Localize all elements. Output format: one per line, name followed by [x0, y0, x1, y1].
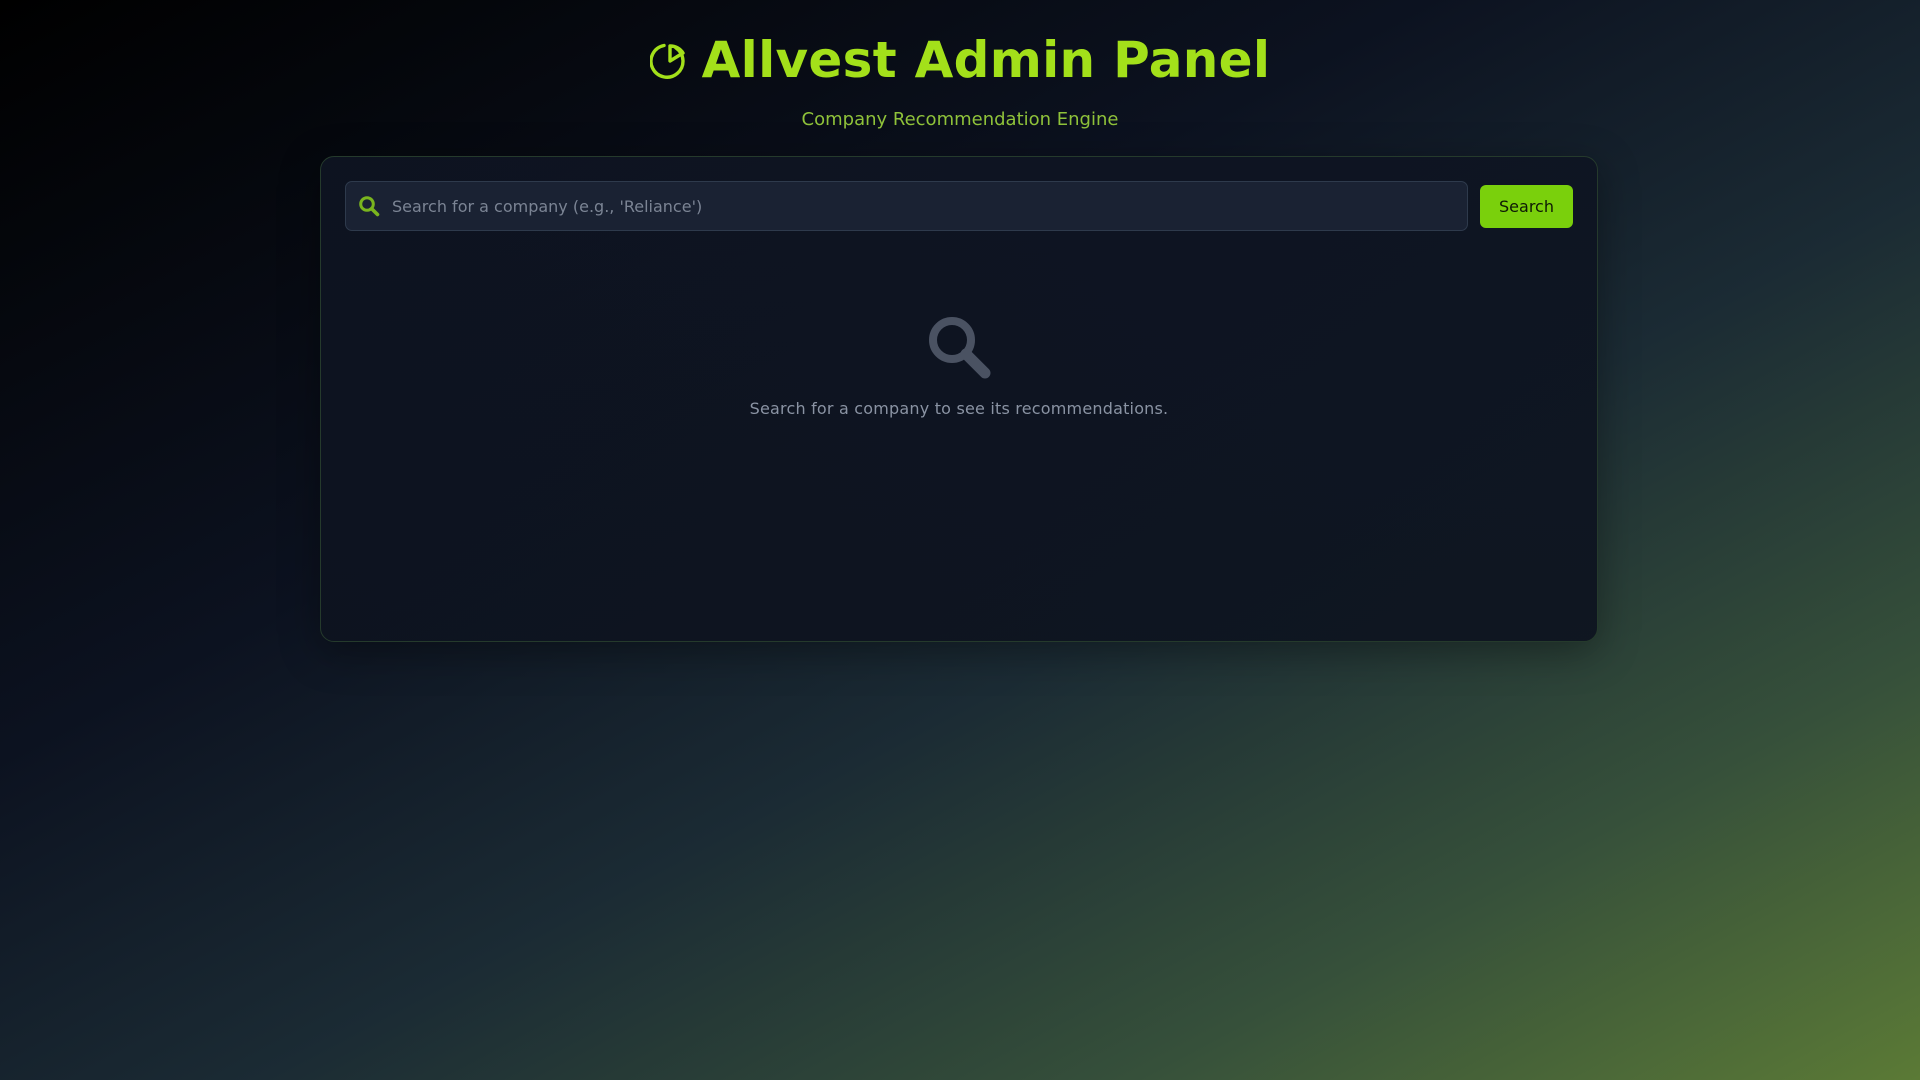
empty-state: Search for a company to see its recommen…	[321, 313, 1597, 418]
search-icon	[358, 195, 380, 217]
search-row: Search	[345, 181, 1573, 231]
empty-state-message: Search for a company to see its recommen…	[749, 399, 1169, 418]
search-input[interactable]	[392, 183, 1467, 229]
search-icon	[925, 313, 993, 381]
title-row: Allvest Admin Panel	[0, 30, 1920, 90]
search-panel: Search Search for a company to see its r…	[320, 156, 1598, 642]
search-box[interactable]	[345, 181, 1468, 231]
page-title: Allvest Admin Panel	[701, 31, 1271, 89]
page-subtitle: Company Recommendation Engine	[801, 109, 1119, 130]
search-button[interactable]: Search	[1480, 184, 1573, 228]
page-header: Allvest Admin Panel Company Recommendati…	[0, 30, 1920, 130]
pie-chart-icon	[648, 40, 690, 80]
